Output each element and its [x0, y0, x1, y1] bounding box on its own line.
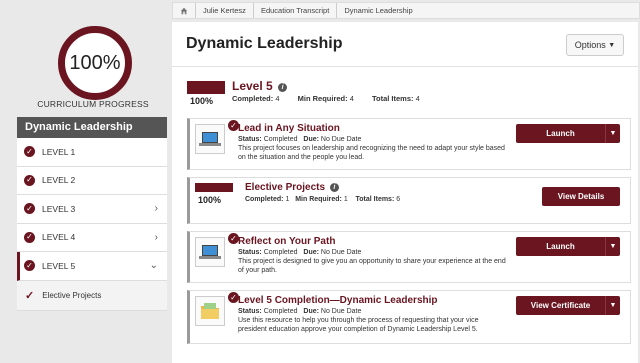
view-certificate-button[interactable]: View Certificate ▼ — [516, 296, 620, 315]
caret-down-icon: ▼ — [608, 41, 616, 49]
card-description: This project focuses on leadership and r… — [238, 145, 505, 162]
progress-value: 100% — [69, 51, 121, 74]
breadcrumb: Julie Kertesz Education Transcript Dynam… — [172, 2, 640, 19]
progress-label: CURRICULUM PROGRESS — [37, 99, 149, 109]
chevron-right-icon[interactable]: › — [155, 203, 158, 214]
check-circle-icon: ✓ — [24, 174, 35, 186]
chevron-right-icon[interactable]: › — [155, 232, 158, 243]
check-circle-icon: ✓ — [24, 231, 35, 243]
sidebar-item-elective-projects[interactable]: ✓ Elective Projects — [17, 280, 167, 311]
card-title[interactable]: Level 5 Completion—Dynamic Leadership — [238, 295, 438, 306]
level-progress-bar — [187, 81, 225, 94]
breadcrumb-item: Dynamic Leadership — [344, 6, 413, 15]
card-description: Use this resource to help you through th… — [238, 317, 479, 334]
sidebar-item-level-5[interactable]: ✓ LEVEL 5 ⌄ — [17, 252, 167, 281]
card-stats: Completed: 1 Min Required: 1 Total Items… — [245, 196, 401, 203]
sidebar: 100% CURRICULUM PROGRESS Dynamic Leaders… — [0, 0, 167, 363]
card-description: This project is designed to give you an … — [238, 258, 506, 275]
sidebar-item-label: LEVEL 2 — [42, 175, 76, 186]
check-circle-icon: ✓ — [24, 203, 35, 215]
checkmark-icon: ✓ — [25, 289, 35, 302]
elective-progress-bar — [195, 183, 233, 192]
project-card-elective-projects: 100% Elective Projects i Completed: 1 Mi… — [187, 177, 631, 224]
sidebar-title: Dynamic Leadership — [17, 117, 167, 138]
sidebar-item-level-3[interactable]: ✓ LEVEL 3 › — [17, 195, 167, 224]
divider — [172, 66, 638, 67]
check-circle-icon: ✓ — [24, 146, 35, 158]
level-title: Level 5 i — [232, 79, 288, 93]
sidebar-item-label: LEVEL 4 — [42, 232, 76, 243]
sidebar-item-label: LEVEL 3 — [42, 203, 76, 214]
level-percent: 100% — [190, 96, 214, 106]
chevron-down-icon[interactable]: ⌄ — [150, 260, 158, 271]
caret-down-icon[interactable]: ▼ — [605, 124, 620, 143]
caret-down-icon[interactable]: ▼ — [605, 237, 620, 256]
sidebar-item-label: LEVEL 5 — [42, 260, 76, 271]
sidebar-item-level-4[interactable]: ✓ LEVEL 4 › — [17, 224, 167, 252]
breadcrumb-item[interactable]: Education Transcript — [254, 3, 338, 18]
card-status: Status: Completed Due: No Due Date — [238, 136, 362, 143]
card-title[interactable]: Reflect on Your Path — [238, 236, 335, 247]
options-button[interactable]: Options ▼ — [566, 34, 624, 56]
card-status: Status: Completed Due: No Due Date — [238, 308, 362, 315]
info-icon[interactable]: i — [329, 183, 339, 192]
card-status: Status: Completed Due: No Due Date — [238, 249, 362, 256]
sidebar-item-level-1[interactable]: ✓ LEVEL 1 — [17, 138, 167, 167]
progress-ring: 100% — [58, 26, 132, 100]
card-title[interactable]: Lead in Any Situation — [238, 123, 340, 134]
project-card-lead-in-any-situation: ✓ Lead in Any Situation Status: Complete… — [187, 118, 631, 170]
card-title[interactable]: Elective Projects i — [245, 182, 339, 193]
level-stats: Completed: 4 Min Required: 4 Total Items… — [232, 94, 420, 103]
project-card-level-5-completion: ✓ Level 5 Completion—Dynamic Leadership … — [187, 290, 631, 344]
check-circle-icon: ✓ — [24, 260, 35, 272]
sidebar-item-label: LEVEL 1 — [42, 146, 76, 157]
home-icon — [180, 7, 188, 14]
project-card-reflect-on-your-path: ✓ Reflect on Your Path Status: Completed… — [187, 231, 631, 283]
view-details-button[interactable]: View Details — [542, 187, 620, 206]
sidebar-item-label: Elective Projects — [42, 290, 102, 300]
info-icon[interactable]: i — [278, 83, 288, 92]
elective-percent: 100% — [198, 195, 222, 205]
sidebar-item-level-2[interactable]: ✓ LEVEL 2 — [17, 167, 167, 195]
sidebar-list: ✓ LEVEL 1 ✓ LEVEL 2 ✓ LEVEL 3 › ✓ LEVEL … — [17, 138, 167, 311]
launch-button[interactable]: Launch ▼ — [516, 124, 620, 143]
laptop-icon — [195, 237, 225, 267]
certificate-folder-icon — [195, 296, 225, 326]
page-title: Dynamic Leadership — [186, 35, 343, 52]
breadcrumb-item[interactable]: Julie Kertesz — [196, 3, 254, 18]
main-panel: Dynamic Leadership Options ▼ 100% Level … — [172, 22, 638, 363]
launch-button[interactable]: Launch ▼ — [516, 237, 620, 256]
caret-down-icon[interactable]: ▼ — [605, 296, 620, 315]
breadcrumb-home[interactable] — [173, 3, 196, 18]
laptop-icon — [195, 124, 225, 154]
